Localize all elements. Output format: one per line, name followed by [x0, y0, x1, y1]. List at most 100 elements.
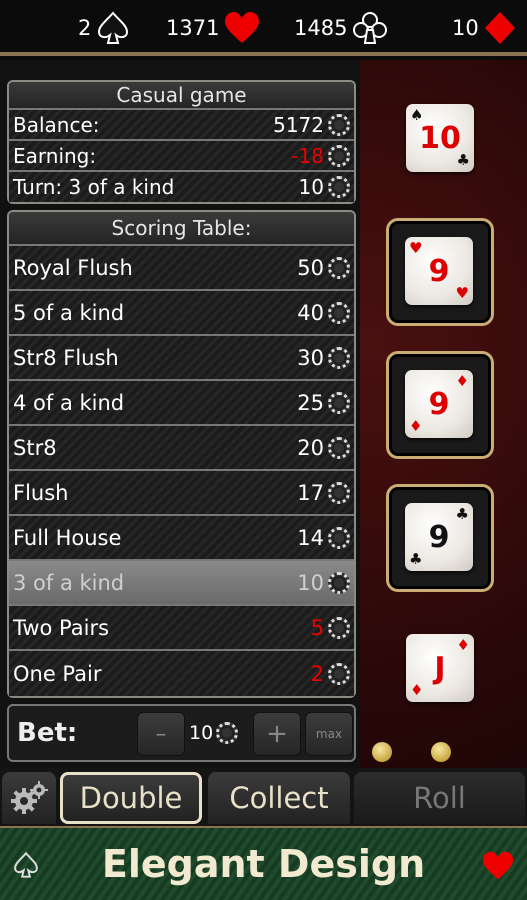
chip-icon — [328, 526, 350, 549]
spade-icon — [98, 11, 129, 44]
score-row: Full House 14 — [9, 516, 354, 561]
score-value: 20 — [297, 435, 324, 460]
top-stats-bar: 2 1371 1485 10 — [0, 0, 527, 56]
chip-icon — [216, 722, 239, 744]
die-5[interactable]: ♦ J ♦ — [406, 634, 474, 702]
score-value: 30 — [297, 345, 324, 370]
die-4[interactable]: ♣ 9 ♣ — [405, 503, 473, 571]
roll-button[interactable]: Roll — [354, 772, 525, 824]
settings-button[interactable] — [2, 772, 56, 824]
score-label: Royal Flush — [13, 255, 133, 280]
double-button[interactable]: Double — [60, 772, 202, 824]
score-label: Str8 — [13, 435, 57, 460]
score-label: 3 of a kind — [13, 570, 125, 595]
die-3[interactable]: ♦ 9 ♦ — [405, 370, 473, 438]
double-label: Double — [79, 781, 183, 815]
bet-value: 10 — [189, 722, 214, 744]
club-icon — [353, 12, 388, 44]
heart-icon: ♥ — [455, 284, 469, 302]
scoring-table: Scoring Table: Royal Flush 50 5 of a kind… — [7, 210, 356, 698]
action-bar: Double Collect Roll — [0, 768, 527, 826]
bet-max-button[interactable]: max — [305, 712, 353, 756]
turn-label: Turn: 3 of a kind — [13, 175, 175, 199]
bet-amount: 10 — [189, 722, 239, 744]
turn-value: 10 — [298, 175, 324, 199]
score-value: 17 — [297, 480, 324, 505]
chip-icon — [328, 571, 350, 594]
chip-icon — [328, 144, 350, 167]
stat-clubs-value: 1485 — [294, 16, 348, 40]
balance-row: Balance: 5172 — [9, 110, 354, 141]
balance-value: 5172 — [273, 112, 324, 137]
heart-icon — [482, 851, 514, 880]
score-value: 40 — [297, 300, 324, 325]
earning-row: Earning: -18 — [9, 141, 354, 172]
bet-increase-button[interactable]: + — [253, 712, 301, 756]
score-label: Two Pairs — [13, 615, 110, 640]
score-value: 5 — [310, 615, 324, 640]
stat-spades-value: 2 — [78, 16, 92, 40]
roll-label: Roll — [413, 781, 466, 815]
turn-row: Turn: 3 of a kind 10 — [9, 172, 354, 202]
score-row: Str8 20 — [9, 426, 354, 471]
diamond-icon: ♦ — [409, 417, 423, 435]
heart-icon — [225, 12, 260, 43]
score-label: One Pair — [13, 661, 102, 686]
scoring-title-label: Scoring Table: — [111, 216, 252, 240]
stat-hearts: 1371 — [166, 10, 261, 46]
score-row: Str8 Flush 30 — [9, 336, 354, 381]
game-info-panel: Casual game Balance: 5172 Earning: -18 T… — [7, 80, 356, 204]
score-label: Flush — [13, 480, 69, 505]
score-row: Royal Flush 50 — [9, 246, 354, 291]
chip-icon — [328, 301, 350, 324]
score-row-highlighted: 3 of a kind 10 — [9, 561, 354, 606]
coin-icon — [431, 742, 451, 762]
score-row: 4 of a kind 25 — [9, 381, 354, 426]
score-label: Str8 Flush — [13, 345, 119, 370]
bet-decrease-button[interactable]: – — [137, 712, 185, 756]
score-value: 25 — [297, 390, 324, 415]
score-value: 2 — [310, 661, 324, 686]
diamond-icon: ♦ — [410, 681, 424, 699]
chip-icon — [328, 256, 350, 279]
chip-icon — [328, 176, 350, 198]
footer-title: Elegant Design — [101, 842, 426, 886]
stat-spades: 2 — [78, 10, 131, 46]
score-row: One Pair 2 — [9, 651, 354, 696]
collect-label: Collect — [229, 781, 329, 815]
gear-icon — [11, 781, 48, 814]
scoring-title: Scoring Table: — [9, 212, 354, 246]
minus-icon: – — [155, 721, 167, 747]
score-value: 50 — [297, 255, 324, 280]
earning-value: -18 — [291, 143, 324, 168]
chip-icon — [328, 346, 350, 369]
coin-icon — [372, 742, 392, 762]
chip-icon — [328, 113, 350, 136]
chip-icon — [328, 616, 350, 639]
footer-banner: Elegant Design — [0, 826, 527, 900]
club-icon: ♣ — [409, 550, 423, 568]
club-icon: ♣ — [456, 151, 470, 169]
stat-diamonds: 10 — [452, 10, 517, 46]
bet-label: Bet: — [17, 718, 78, 748]
chip-icon — [328, 436, 350, 459]
plus-icon: + — [266, 719, 288, 749]
stat-hearts-value: 1371 — [166, 16, 220, 40]
die-1[interactable]: ♠ 10 ♣ — [406, 104, 474, 172]
diamond-icon — [484, 12, 515, 44]
bet-panel: Bet: – 10 + max — [7, 704, 356, 762]
bet-max-label: max — [315, 727, 343, 741]
score-row: Two Pairs 5 — [9, 606, 354, 651]
balance-label: Balance: — [13, 112, 100, 137]
die-2[interactable]: ♥ 9 ♥ — [405, 237, 473, 305]
game-mode-label: Casual game — [116, 83, 247, 107]
chip-icon — [328, 481, 350, 504]
score-label: Full House — [13, 525, 122, 550]
stat-diamonds-value: 10 — [452, 16, 479, 40]
score-value: 10 — [297, 570, 324, 595]
chip-icon — [328, 662, 350, 685]
game-mode-title: Casual game — [9, 82, 354, 110]
chip-icon — [328, 391, 350, 414]
collect-button[interactable]: Collect — [208, 772, 350, 824]
stat-clubs: 1485 — [294, 10, 389, 46]
